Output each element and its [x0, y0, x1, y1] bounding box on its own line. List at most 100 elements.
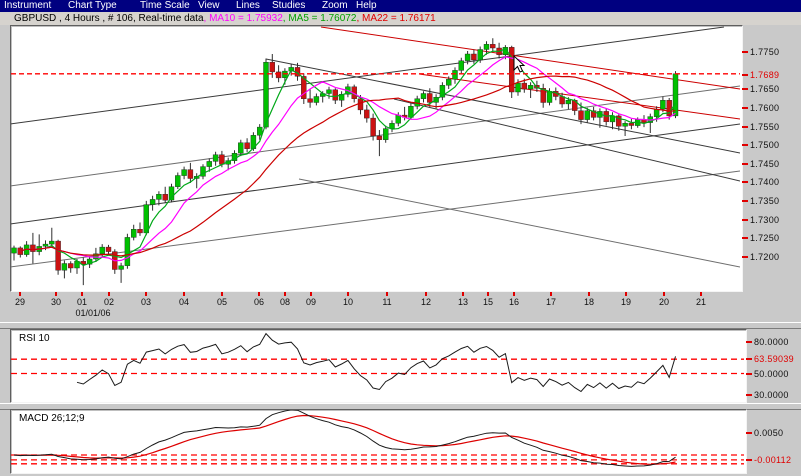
rsi-axis-tick	[746, 393, 752, 396]
price-axis-label: 1.7750	[750, 47, 780, 57]
candle-up	[11, 247, 17, 254]
candle-down	[244, 142, 250, 149]
rsi-axis-tick	[746, 358, 752, 361]
x-axis-tick	[310, 292, 312, 296]
x-axis-label: 21	[695, 297, 707, 307]
menu-item-time-scale[interactable]: Time Scale	[140, 0, 190, 12]
trendlines-group	[11, 26, 740, 268]
x-axis-label: 13	[457, 297, 469, 307]
price-axis-tick	[742, 144, 748, 147]
candle-up	[149, 199, 156, 205]
x-axis-tick	[487, 292, 489, 296]
menu-item-view[interactable]: View	[198, 0, 220, 12]
candle-down	[490, 44, 496, 49]
menu-bar: Instrument Chart Type Time Scale View Lines S…	[0, 0, 801, 12]
price-axis-tick	[742, 237, 748, 240]
x-axis-label: 15	[482, 297, 494, 307]
macd-chart[interactable]	[11, 410, 744, 471]
candle-down	[628, 123, 635, 126]
x-axis-label: 17	[545, 297, 557, 307]
candlestick-chart[interactable]	[11, 26, 740, 289]
x-axis-label: 30	[50, 297, 62, 307]
candle-up	[263, 62, 269, 128]
price-axis-label: 1.7350	[750, 196, 780, 207]
candles-group	[11, 38, 679, 286]
ma22-value: , MA22 = 1.76171	[356, 13, 436, 24]
x-axis-label: 05	[216, 297, 228, 307]
x-axis-tick	[663, 292, 665, 296]
x-axis-tick	[19, 292, 21, 296]
x-axis-tick	[425, 292, 427, 296]
x-axis-tick	[258, 292, 260, 296]
candle-down	[68, 263, 74, 269]
mouse-cursor-icon	[513, 54, 526, 73]
price-axis-tick	[742, 162, 748, 165]
menu-item-instrument[interactable]: Instrument	[4, 0, 51, 12]
title-bar: GBPUSD , 4 Hours , # 106, Real-time data…	[0, 12, 801, 25]
ma5-line	[20, 48, 677, 267]
candle-up	[458, 60, 464, 71]
menu-item-zoom[interactable]: Zoom	[322, 0, 348, 12]
x-axis-label: 19	[620, 297, 632, 307]
candle-down	[162, 193, 168, 201]
price-axis-label: 1.7450	[750, 158, 780, 169]
candle-up	[143, 204, 150, 234]
rsi-chart[interactable]	[11, 330, 744, 400]
menu-item-chart-type[interactable]: Chart Type	[68, 0, 117, 12]
price-axis-label: 1.7400	[750, 177, 780, 188]
menu-item-studies[interactable]: Studies	[272, 0, 305, 12]
price-axis-tick	[742, 106, 748, 109]
price-axis-label: 1.7250	[750, 233, 780, 244]
trendline[interactable]	[11, 123, 740, 225]
rsi-axis-label: 80.0000	[754, 337, 789, 347]
price-axis-tick	[742, 181, 748, 184]
trendline[interactable]	[11, 26, 725, 125]
candle-up	[389, 123, 395, 129]
candle-down	[332, 89, 338, 101]
price-chart-panel[interactable]	[10, 25, 743, 292]
rsi-axis-tick	[746, 341, 752, 343]
menu-item-lines[interactable]: Lines	[236, 0, 260, 12]
candle-up	[420, 93, 427, 99]
price-axis: 1.7750 1.7689 1.7650 1.7600 1.7550 1.7500 1.74…	[742, 27, 801, 290]
x-axis-tick	[55, 292, 57, 296]
trendline[interactable]	[11, 170, 740, 268]
price-axis-tick	[742, 125, 748, 128]
macd-panel[interactable]: MACD 26;12;9	[10, 409, 747, 474]
trendline[interactable]	[298, 178, 740, 268]
x-axis-label: 01	[76, 297, 88, 307]
price-axis-tick	[742, 200, 748, 203]
candle-up	[446, 79, 452, 86]
candle-down	[370, 117, 376, 137]
chart-application-window: Instrument Chart Type Time Scale View Lines S…	[0, 0, 801, 476]
candle-up	[565, 99, 572, 105]
candle-down	[427, 93, 433, 103]
panel-splitter[interactable]	[0, 322, 801, 329]
x-axis-label: 16	[508, 297, 520, 307]
menu-item-help[interactable]: Help	[356, 0, 377, 12]
macd-signal-line	[13, 414, 676, 465]
candle-up	[483, 44, 490, 50]
candle-down	[105, 246, 112, 252]
x-axis-tick	[625, 292, 627, 296]
rsi-panel[interactable]: RSI 10	[10, 329, 747, 403]
price-axis-tick	[742, 88, 748, 91]
candle-up	[672, 73, 679, 117]
candle-down	[55, 240, 61, 271]
candle-down	[137, 228, 143, 234]
candle-up	[653, 108, 660, 117]
candle-down	[219, 154, 225, 165]
candle-up	[238, 142, 244, 154]
candle-up	[61, 263, 68, 271]
candle-down	[376, 135, 383, 140]
candle-up	[181, 169, 187, 176]
chart-title: GBPUSD , 4 Hours , # 106, Real-time data	[14, 13, 204, 24]
time-axis: 01/01/06 29 30 01 02 03 04 05 06 08 09 10 11 12 13 15 1…	[12, 291, 752, 319]
candle-up	[527, 85, 534, 90]
x-axis-tick	[588, 292, 590, 296]
candle-up	[156, 193, 162, 200]
rsi-line	[76, 332, 676, 393]
macd-line	[13, 410, 676, 467]
x-axis-label: 09	[305, 297, 317, 307]
x-axis-tick	[221, 292, 223, 296]
